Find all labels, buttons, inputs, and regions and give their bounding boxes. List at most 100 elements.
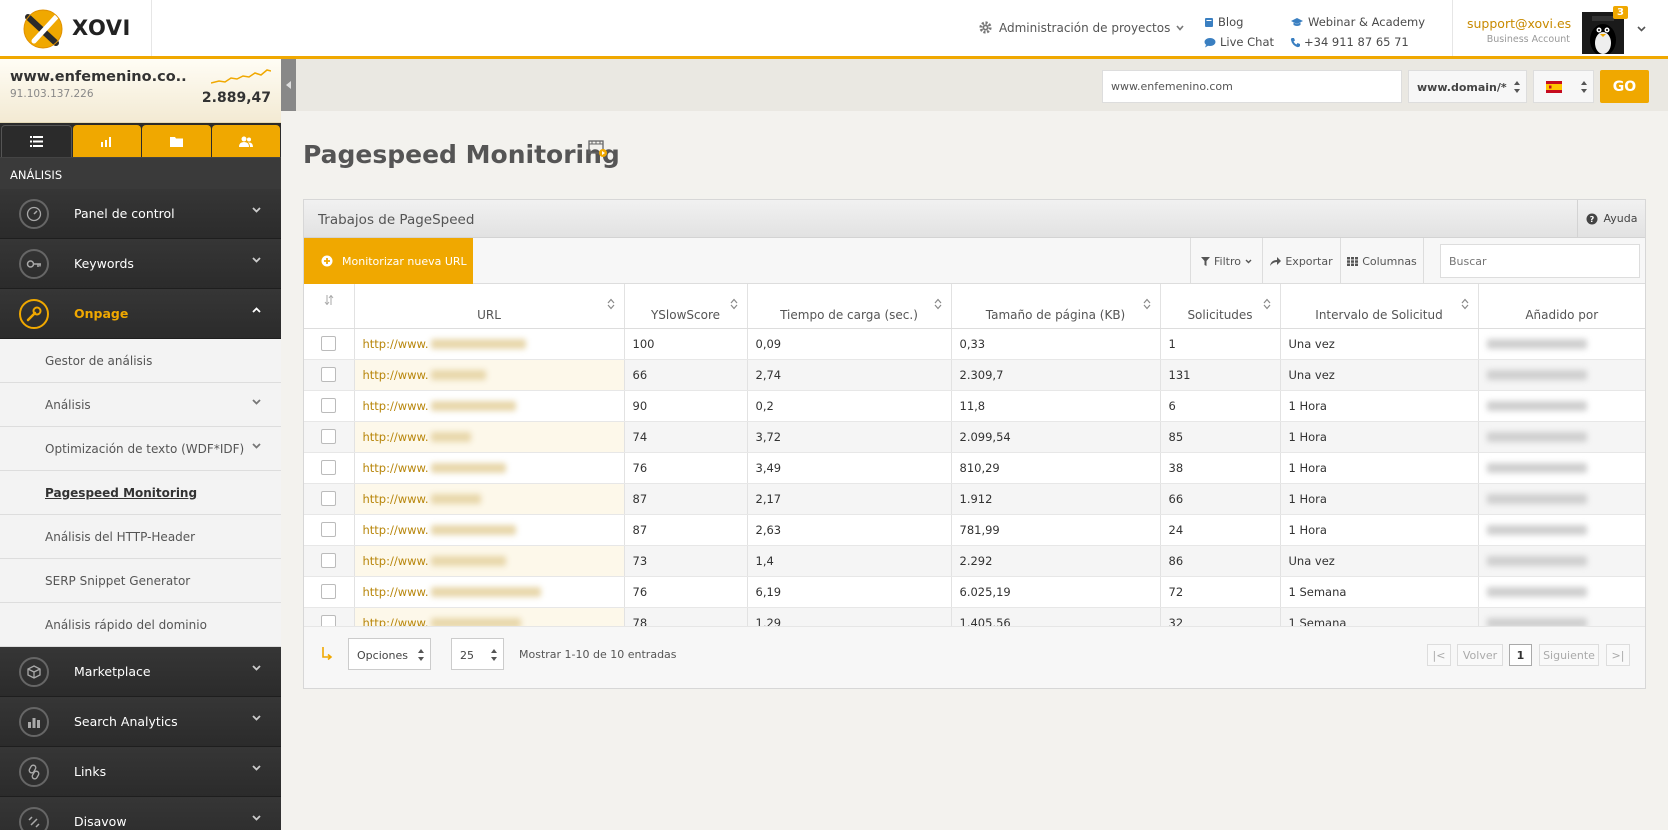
cell-page-size-value: 6.025,19 (959, 584, 1011, 599)
cell-url[interactable]: http://www. (354, 514, 625, 546)
phone-link[interactable]: +34 911 87 65 71 (1290, 32, 1409, 52)
col-page-size-label: Tamaño de página (KB) (985, 307, 1126, 322)
export-button[interactable]: Exportar (1262, 238, 1340, 284)
last-page-button[interactable]: >| (1606, 644, 1630, 666)
col-page-size[interactable]: Tamaño de página (KB) (951, 284, 1161, 329)
cell-url[interactable]: http://www. (354, 390, 625, 422)
table-search-input[interactable] (1440, 244, 1640, 278)
account-info[interactable]: support@xovi.es Business Account (1452, 0, 1571, 56)
country-select[interactable] (1533, 70, 1594, 103)
dashboard-icon (19, 198, 49, 229)
broken-link-icon (19, 806, 49, 830)
cell-url[interactable]: http://www. (354, 483, 625, 515)
cell-url[interactable]: http://www. (354, 359, 625, 391)
submenu-gestor-de-analisis[interactable]: Gestor de análisis (0, 339, 281, 383)
row-checkbox[interactable] (321, 491, 337, 506)
submenu-http-header[interactable]: Análisis del HTTP-Header (0, 515, 281, 559)
table-row[interactable]: http://www. 87 2,63 781,99 24 1 Hora (304, 514, 1645, 546)
cell-yslow-value: 90 (632, 398, 648, 413)
sidebar-collapse-toggle[interactable] (281, 59, 296, 111)
first-page-button[interactable]: |< (1427, 644, 1451, 666)
table-row[interactable]: http://www. 73 1,4 2.292 86 Una vez (304, 545, 1645, 577)
submenu-pagespeed-monitoring[interactable]: Pagespeed Monitoring (0, 471, 281, 515)
cell-requests-value: 6 (1168, 398, 1176, 413)
col-load-time[interactable]: Tiempo de carga (sec.) (747, 284, 952, 329)
submenu-analisis-rapido[interactable]: Análisis rápido del dominio (0, 603, 281, 647)
tab-users[interactable] (211, 125, 280, 157)
domain-input[interactable]: www.enfemenino.com (1102, 70, 1402, 103)
table-row[interactable]: http://www. 76 3,49 810,29 38 1 Hora (304, 452, 1645, 484)
cell-url[interactable]: http://www. (354, 328, 625, 360)
blog-link[interactable]: Blog (1204, 12, 1290, 32)
row-checkbox[interactable] (321, 367, 337, 382)
cell-url[interactable]: http://www. (354, 421, 625, 453)
menu-item-onpage[interactable]: Onpage (0, 289, 281, 339)
current-page-button[interactable]: 1 (1509, 644, 1532, 666)
menu-item-disavow[interactable]: Disavow (0, 797, 281, 830)
row-checkbox[interactable] (321, 398, 337, 413)
col-interval[interactable]: Intervalo de Solicitud (1280, 284, 1479, 329)
prev-page-button[interactable]: Volver (1457, 644, 1503, 666)
chevron-up-icon (252, 307, 261, 313)
row-checkbox[interactable] (321, 522, 337, 537)
col-yslow[interactable]: YSlowScore (624, 284, 748, 329)
chevron-down-icon (252, 207, 261, 213)
menu-item-links[interactable]: Links (0, 747, 281, 797)
menu-item-panel-de-control[interactable]: Panel de control (0, 189, 281, 239)
notification-badge[interactable]: 3 (1613, 6, 1628, 19)
monitor-new-url-button[interactable]: Monitorizar nueva URL (304, 238, 473, 284)
menu-label: Keywords (74, 256, 134, 271)
submenu-label: Optimización de texto (WDF*IDF) (45, 441, 245, 456)
menu-item-search-analytics[interactable]: Search Analytics (0, 697, 281, 747)
xovi-logo[interactable]: XOVI (0, 0, 152, 56)
tab-charts[interactable] (72, 125, 141, 157)
account-chevron-down-icon[interactable] (1637, 26, 1646, 32)
table-row[interactable]: http://www. 66 2,74 2.309,7 131 Una vez (304, 359, 1645, 391)
caret-left-icon (286, 81, 291, 89)
account-type: Business Account (1486, 34, 1570, 45)
cell-url[interactable]: http://www. (354, 452, 625, 484)
video-tutorial-icon[interactable] (588, 140, 608, 158)
submenu-analisis[interactable]: Análisis (0, 383, 281, 427)
live-chat-link[interactable]: Live Chat (1204, 32, 1290, 52)
cell-url[interactable]: http://www. (354, 545, 625, 577)
page-size-select[interactable]: 25 (451, 638, 504, 670)
submenu-optimizacion-texto[interactable]: Optimización de texto (WDF*IDF) (0, 427, 281, 471)
menu-item-keywords[interactable]: Keywords (0, 239, 281, 289)
row-select-cell (304, 421, 355, 453)
cell-requests: 6 (1160, 390, 1281, 422)
row-checkbox[interactable] (321, 336, 337, 351)
cell-load-time: 1,4 (747, 545, 952, 577)
go-button[interactable]: GO (1600, 70, 1649, 103)
panel-title: Trabajos de PageSpeed (318, 212, 475, 228)
select-all-header[interactable] (304, 284, 355, 329)
domain-mode-select[interactable]: www.domain/* (1408, 70, 1527, 103)
menu-item-marketplace[interactable]: Marketplace (0, 647, 281, 697)
table-row[interactable]: http://www. 74 3,72 2.099,54 85 1 Hora (304, 421, 1645, 453)
next-page-button[interactable]: Siguiente (1539, 644, 1599, 666)
submenu-serp-snippet[interactable]: SERP Snippet Generator (0, 559, 281, 603)
bulk-options-select[interactable]: Opciones (348, 638, 431, 670)
table-row[interactable]: http://www. 100 0,09 0,33 1 Una vez (304, 328, 1645, 360)
columns-button[interactable]: Columnas (1340, 238, 1424, 284)
filter-button[interactable]: Filtro (1190, 238, 1262, 284)
help-button[interactable]: ? Ayuda (1577, 200, 1645, 237)
webinar-link[interactable]: Webinar & Academy (1290, 12, 1425, 32)
row-checkbox[interactable] (321, 460, 337, 475)
tab-folder[interactable] (142, 125, 211, 157)
table-row[interactable]: http://www. 90 0,2 11,8 6 1 Hora (304, 390, 1645, 422)
table-row[interactable]: http://www. 76 6,19 6.025,19 72 1 Semana (304, 576, 1645, 608)
project-admin-menu[interactable]: Administración de proyectos (978, 20, 1184, 35)
row-checkbox[interactable] (321, 553, 337, 568)
col-added-by[interactable]: Añadido por (1478, 284, 1645, 329)
domain-box[interactable]: www.enfemenino.co.. 91.103.137.226 2.889… (0, 59, 281, 123)
cell-page-size: 11,8 (951, 390, 1161, 422)
row-checkbox[interactable] (321, 429, 337, 444)
table-row[interactable]: http://www. 87 2,17 1.912 66 1 Hora (304, 483, 1645, 515)
row-checkbox[interactable] (321, 584, 337, 599)
col-url[interactable]: URL (354, 284, 625, 329)
col-requests[interactable]: Solicitudes (1160, 284, 1281, 329)
cell-url[interactable]: http://www. (354, 576, 625, 608)
submenu-label: Análisis (45, 397, 91, 412)
tab-list[interactable] (1, 125, 72, 157)
